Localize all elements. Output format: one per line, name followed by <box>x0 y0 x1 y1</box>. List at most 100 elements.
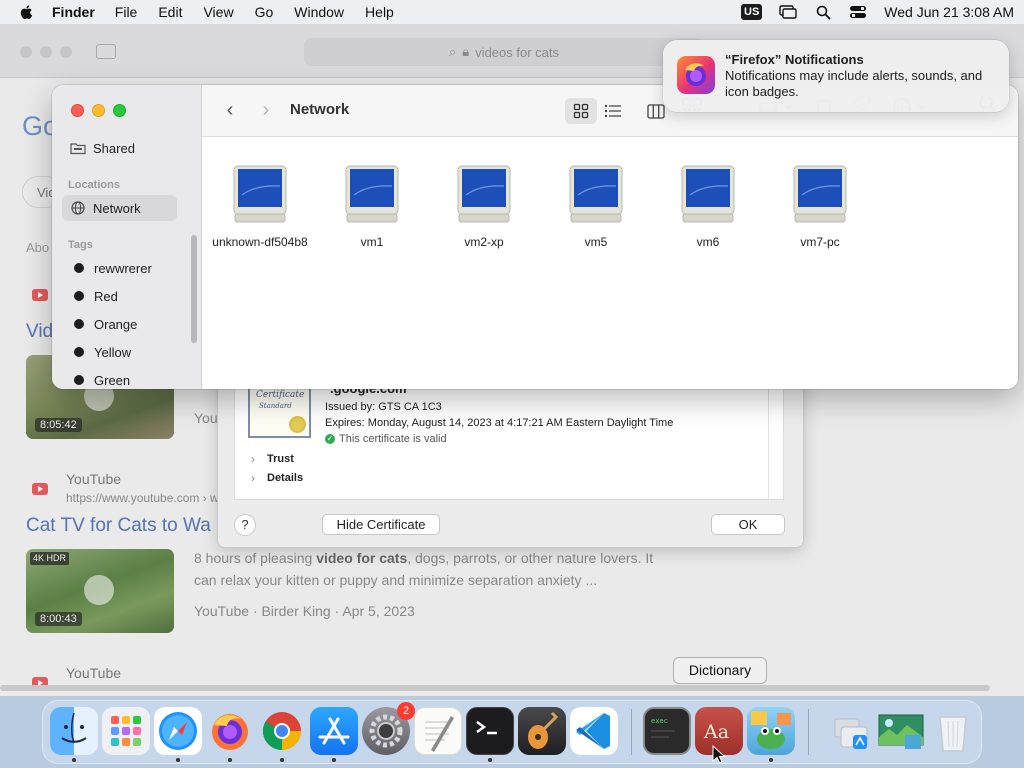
hide-certificate-button[interactable]: Hide Certificate <box>322 514 440 535</box>
menu-edit[interactable]: Edit <box>158 4 182 20</box>
dock-separator <box>808 709 809 755</box>
certificate-sheet: Certificate Standard *.google.com Issued… <box>217 365 804 548</box>
menu-go[interactable]: Go <box>255 4 274 20</box>
details-disclosure[interactable]: › Details <box>251 471 303 485</box>
tag-dot-icon <box>74 263 84 273</box>
view-mode-control <box>565 98 629 124</box>
launchpad-icon[interactable] <box>102 707 150 755</box>
computer-label: vm2-xp <box>464 235 504 249</box>
horizontal-scrollbar[interactable] <box>0 685 990 691</box>
help-button[interactable]: ? <box>234 514 256 536</box>
firefox-notification[interactable]: “Firefox” Notifications Notifications ma… <box>663 40 1009 112</box>
chevron-right-icon: › <box>251 471 255 485</box>
menu-help[interactable]: Help <box>365 4 394 20</box>
sidebar-tag[interactable]: Orange <box>62 311 177 337</box>
system-settings-icon[interactable]: 2 <box>362 702 415 755</box>
garageband-icon[interactable] <box>518 707 566 755</box>
running-indicator <box>176 758 180 762</box>
safari-address-bar[interactable]: ⌕ 🔒︎ videos for cats <box>304 38 704 66</box>
result-title-link[interactable]: Cat TV for Cats to Wa <box>26 515 211 537</box>
column-view-icon[interactable] <box>646 101 666 121</box>
finder-sidebar: Shared Locations Network Tags rewwrerer … <box>52 85 202 389</box>
sidebar-item-shared[interactable]: Shared <box>62 135 177 161</box>
certificate-expiry: Expires: Monday, August 14, 2023 at 4:17… <box>325 417 674 429</box>
shared-folder-icon <box>70 140 86 156</box>
trust-disclosure[interactable]: › Trust <box>251 452 294 466</box>
result-title-link[interactable]: Vid <box>26 321 53 343</box>
console-icon[interactable]: exec <box>643 707 691 755</box>
result-meta: YouTube · Birder King · Apr 5, 2023 <box>194 603 415 619</box>
sidebar-toggle-icon[interactable] <box>96 44 116 59</box>
result-snippet: 8 hours of pleasing video for cats, dogs… <box>194 550 654 588</box>
result-url: https://www.youtube.com › w <box>66 491 219 505</box>
menu-clock[interactable]: Wed Jun 21 3:08 AM <box>884 4 1014 20</box>
tag-dot-icon <box>74 347 84 357</box>
close-button[interactable] <box>71 104 84 117</box>
zoom-button[interactable] <box>113 104 126 117</box>
video-thumbnail[interactable]: 4K HDR 8:00:43 <box>26 549 174 633</box>
tag-dot-icon <box>74 291 84 301</box>
network-computer[interactable]: vm5 <box>540 165 652 250</box>
menu-app-name[interactable]: Finder <box>52 4 95 20</box>
notification-badge: 2 <box>397 702 415 720</box>
minimize-button[interactable] <box>92 104 105 117</box>
safari-traffic-lights[interactable] <box>20 46 72 58</box>
sidebar-header-locations: Locations <box>68 179 120 191</box>
network-computer[interactable]: vm1 <box>316 165 428 250</box>
notification-body: Notifications may include alerts, sounds… <box>725 68 983 99</box>
list-view-icon[interactable] <box>597 98 629 124</box>
ok-button[interactable]: OK <box>711 514 785 535</box>
sidebar-tag[interactable]: Green <box>62 367 177 389</box>
frogger-game-icon[interactable] <box>747 707 795 755</box>
forward-button[interactable]: › <box>258 100 274 120</box>
notification-title: “Firefox” Notifications <box>725 52 864 67</box>
spotlight-search-icon[interactable] <box>814 4 832 20</box>
hd-badge: 4K HDR <box>30 552 70 565</box>
firefox-icon[interactable] <box>206 707 254 755</box>
video-duration: 8:05:42 <box>35 418 82 432</box>
youtube-icon <box>32 483 48 495</box>
menu-file[interactable]: File <box>115 4 138 20</box>
vscode-icon[interactable] <box>570 707 618 755</box>
preview-image-icon[interactable] <box>877 707 925 755</box>
back-button[interactable]: ‹ <box>222 100 238 120</box>
finder-content: unknown-df504b8 vm1 vm2-xp vm5 vm6 vm7-p… <box>202 137 1018 389</box>
applications-folder-icon[interactable] <box>827 707 875 755</box>
sidebar-tag[interactable]: Red <box>62 283 177 309</box>
textedit-icon[interactable] <box>414 707 462 755</box>
terminal-icon[interactable] <box>466 707 514 755</box>
app-store-icon[interactable] <box>310 707 358 755</box>
computer-monitor-icon <box>793 165 847 223</box>
youtube-icon <box>32 289 48 301</box>
keyboard-layout-indicator[interactable]: US <box>741 4 763 20</box>
running-indicator <box>769 758 773 762</box>
video-duration: 8:00:43 <box>35 612 82 626</box>
sidebar-scrollbar[interactable] <box>191 235 197 343</box>
menu-view[interactable]: View <box>203 4 233 20</box>
sidebar-tag[interactable]: Yellow <box>62 339 177 365</box>
window-controls <box>71 104 126 117</box>
sidebar-header-tags: Tags <box>68 239 93 251</box>
control-center-icon[interactable] <box>849 4 867 20</box>
dock-separator <box>631 709 632 755</box>
running-indicator <box>332 758 336 762</box>
menu-window[interactable]: Window <box>294 4 344 20</box>
screen-mirroring-icon[interactable] <box>779 4 797 20</box>
tag-dot-icon <box>74 319 84 329</box>
icon-view-icon[interactable] <box>565 98 597 124</box>
certificate-issuer: Issued by: GTS CA 1C3 <box>325 401 442 413</box>
sidebar-item-network[interactable]: Network <box>62 195 177 221</box>
network-computer[interactable]: vm7-pc <box>764 165 876 250</box>
safari-icon[interactable] <box>154 707 202 755</box>
results-about: Abo <box>26 240 50 255</box>
trash-icon[interactable] <box>929 707 977 755</box>
network-computer[interactable]: vm2-xp <box>428 165 540 250</box>
sidebar-tag[interactable]: rewwrerer <box>62 255 177 281</box>
network-computer[interactable]: vm6 <box>652 165 764 250</box>
dock: 2 exec Aa <box>42 700 982 764</box>
apple-icon[interactable] <box>18 3 36 21</box>
finder-icon[interactable] <box>50 707 98 755</box>
chrome-icon[interactable] <box>258 707 306 755</box>
network-computer[interactable]: unknown-df504b8 <box>204 165 316 250</box>
firefox-icon <box>677 56 715 94</box>
